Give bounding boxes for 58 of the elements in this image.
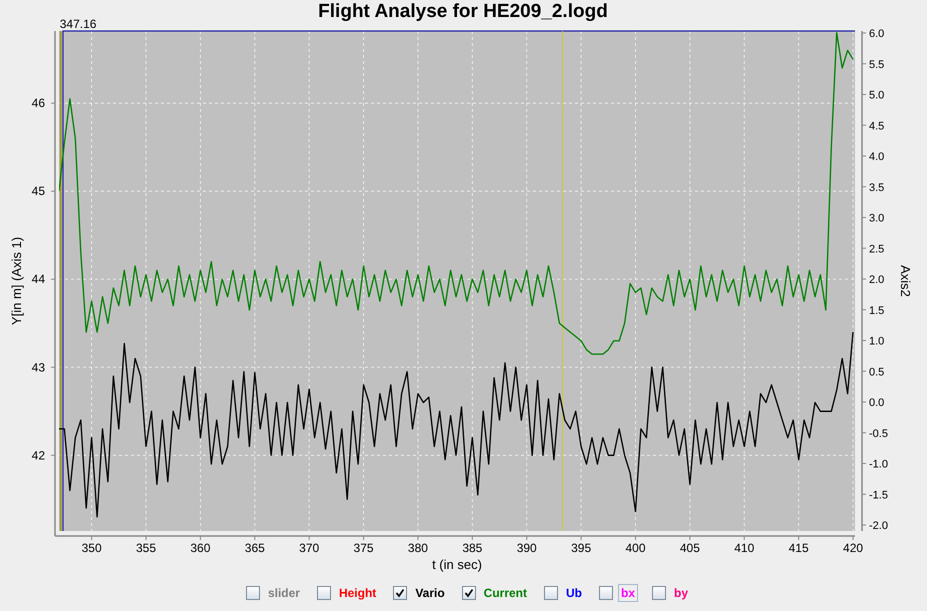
chart-title: Flight Analyse for HE209_2.logd: [318, 1, 608, 22]
marker-line[interactable]: [60, 31, 62, 531]
checkbox[interactable]: [393, 586, 408, 600]
axis-title: t (in sec): [432, 557, 482, 572]
series-toggle-label[interactable]: Ub: [563, 584, 586, 602]
series-toggle-label[interactable]: Vario: [412, 584, 448, 602]
axis-tick-label: 46: [32, 96, 45, 110]
axis-title: Y[in m] (Axis 1): [9, 236, 24, 326]
axis-tick-label: 375: [354, 541, 374, 555]
marker-line[interactable]: [562, 30, 564, 532]
axis-tick-label: 44: [32, 272, 45, 286]
axis-tick-label: 4.5: [869, 120, 884, 132]
series-toggle-label[interactable]: Height: [336, 584, 380, 602]
checkbox[interactable]: [544, 586, 558, 600]
axis-tick-label: 1.5: [869, 304, 884, 317]
checkbox[interactable]: [246, 586, 260, 600]
axis-tick-label: 380: [408, 541, 428, 555]
axis-tick-label: 0.5: [869, 366, 884, 378]
series-toggle-label[interactable]: by: [671, 584, 692, 602]
checkbox[interactable]: [316, 586, 331, 600]
checkbox[interactable]: [599, 586, 614, 600]
axis-tick-label: 45: [32, 184, 45, 198]
axis-tick-label: 415: [788, 541, 809, 555]
checkbox[interactable]: [652, 586, 666, 600]
axis-tick-label: 395: [571, 541, 592, 555]
axis-tick-label: 350: [82, 541, 102, 555]
axis-tick-label: 2.0: [869, 274, 884, 286]
axis-tick-label: 390: [516, 541, 537, 555]
axis-tick-label: 410: [734, 541, 754, 555]
axis-tick-label: 42: [32, 448, 45, 462]
axis-tick-label: 360: [190, 541, 210, 555]
axis-tick-label: -0.5: [869, 428, 888, 440]
axis-tick-label: 400: [625, 541, 646, 555]
axis-tick-label: 0.0: [869, 397, 884, 409]
axis-tick-label: 4.0: [869, 151, 884, 163]
axis-tick-label: -1.5: [869, 489, 888, 502]
axis-tick-label: 355: [136, 541, 156, 555]
axis-tick-label: 1.0: [869, 336, 884, 348]
axis-tick-label: 385: [462, 541, 482, 555]
axis-title: Axis2: [898, 265, 913, 297]
marker-label: 347.16: [60, 17, 96, 31]
axis-tick-label: 5.5: [869, 58, 884, 71]
axis-tick-label: 365: [244, 541, 265, 555]
axis-tick-label: 5.0: [869, 90, 884, 102]
series-toggle-label[interactable]: Current: [480, 584, 530, 602]
axis-tick-label: 6.0: [869, 28, 884, 40]
axis-tick-label: 420: [843, 541, 864, 555]
series-toggle-label[interactable]: slider: [264, 584, 303, 602]
axis-tick-label: -1.0: [869, 458, 888, 470]
axis-tick-label: 405: [680, 541, 700, 555]
axis-tick-label: 2.5: [869, 243, 884, 256]
checkbox[interactable]: [462, 586, 476, 600]
axis-tick-label: -2.0: [869, 520, 888, 532]
axis-tick-label: 370: [299, 541, 320, 555]
series-toggle-label[interactable]: bx: [618, 584, 638, 602]
axis-tick-label: 3.0: [869, 212, 884, 224]
axis-tick-label: 3.5: [869, 182, 884, 194]
axis-tick-label: 43: [32, 360, 45, 374]
